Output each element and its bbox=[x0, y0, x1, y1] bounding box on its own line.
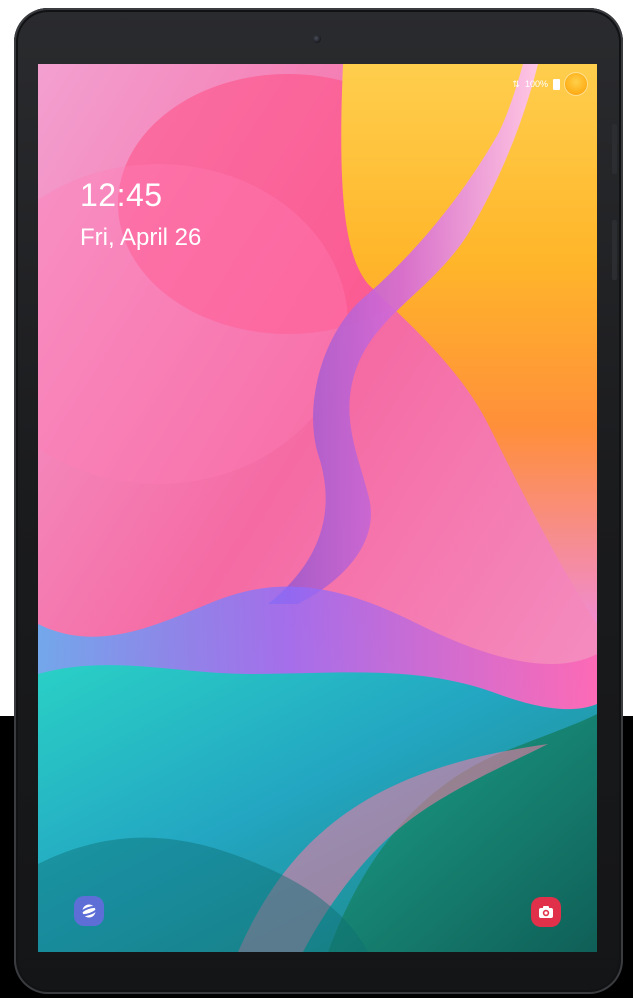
lock-screen-clock: 12:45 bbox=[80, 177, 163, 213]
internet-shortcut-button[interactable] bbox=[74, 896, 104, 926]
camera-icon bbox=[539, 906, 553, 918]
status-bar: ⇅ 100% bbox=[512, 72, 587, 96]
signal-icon: ⇅ bbox=[512, 78, 520, 89]
lock-screen[interactable]: ⇅ 100% 12:45 Fri, April 26 bbox=[38, 64, 597, 952]
power-button[interactable] bbox=[612, 220, 617, 280]
camera-shortcut-button[interactable] bbox=[531, 897, 561, 927]
internet-icon bbox=[80, 904, 98, 918]
front-camera bbox=[313, 35, 321, 43]
lock-screen-date: Fri, April 26 bbox=[80, 224, 202, 251]
battery-icon bbox=[553, 78, 560, 90]
volume-button[interactable] bbox=[612, 124, 617, 174]
battery-percentage: 100% bbox=[524, 79, 548, 89]
profile-icon[interactable] bbox=[565, 73, 587, 95]
